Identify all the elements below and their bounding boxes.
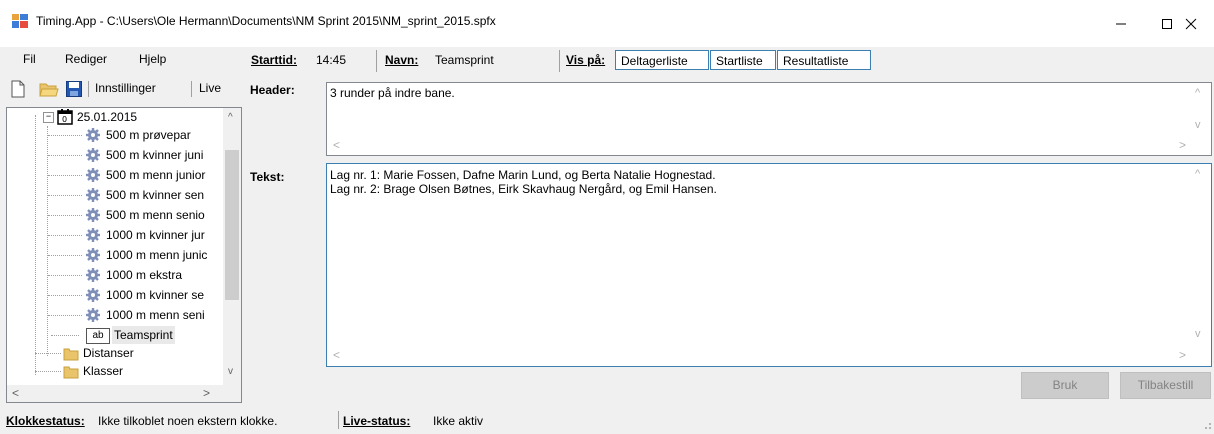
- open-folder-icon[interactable]: [39, 81, 59, 97]
- scroll-right-icon[interactable]: >: [1179, 348, 1186, 362]
- scroll-up-icon[interactable]: ^: [228, 112, 233, 123]
- status-separator: [338, 411, 339, 429]
- tilbakestill-button[interactable]: Tilbakestill: [1120, 372, 1211, 399]
- folder-icon: [63, 366, 79, 379]
- status-bar: Klokkestatus: Ikke tilkoblet noen ekster…: [0, 408, 1214, 434]
- event-tree[interactable]: − 0 25.01.2015 ab Teamsprint Distanser K…: [6, 107, 242, 403]
- toolbar-separator: [88, 81, 89, 97]
- tree-date-node[interactable]: 25.01.2015: [77, 108, 137, 126]
- tree-event-node[interactable]: 1000 m kvinner jur: [106, 226, 205, 244]
- tree-event-node[interactable]: 1000 m ekstra: [106, 266, 182, 284]
- gear-icon: [86, 308, 100, 322]
- header-label: Header:: [250, 83, 295, 97]
- gear-icon: [86, 248, 100, 262]
- tekst-line: Lag nr. 2: Brage Olsen Bøtnes, Eirk Skav…: [330, 182, 717, 196]
- tekst-textarea[interactable]: Lag nr. 1: Marie Fossen, Dafne Marin Lun…: [326, 163, 1212, 367]
- scroll-up-icon[interactable]: ^: [1195, 87, 1200, 99]
- tekst-line: Lag nr. 1: Marie Fossen, Dafne Marin Lun…: [330, 168, 716, 182]
- tree-folder-klasser[interactable]: Klasser: [83, 362, 123, 380]
- calendar-icon: 0: [57, 109, 73, 125]
- scroll-left-icon[interactable]: <: [12, 386, 19, 400]
- klokkestatus-value: Ikke tilkoblet noen ekstern klokke.: [98, 414, 278, 428]
- deltagerliste-button[interactable]: Deltagerliste: [615, 50, 709, 70]
- tekst-label: Tekst:: [250, 170, 285, 184]
- tree-folder-distanser[interactable]: Distanser: [83, 344, 134, 362]
- field-separator: [559, 50, 560, 72]
- scroll-right-icon[interactable]: >: [1179, 138, 1186, 152]
- gear-icon: [86, 208, 100, 222]
- tree-horizontal-scrollbar[interactable]: < >: [7, 385, 223, 402]
- scroll-right-icon[interactable]: >: [203, 386, 210, 400]
- close-button[interactable]: [1168, 0, 1214, 47]
- settings-button[interactable]: Innstillinger: [95, 81, 156, 95]
- tree-event-node[interactable]: 1000 m menn seni: [106, 306, 205, 324]
- startliste-button[interactable]: Startliste: [710, 50, 776, 70]
- klokkestatus-label: Klokkestatus:: [6, 414, 85, 428]
- gear-icon: [86, 128, 100, 142]
- scroll-up-icon[interactable]: ^: [1195, 168, 1200, 180]
- tree-connector: [47, 126, 48, 356]
- tree-event-node[interactable]: 1000 m menn junic: [106, 246, 207, 264]
- gear-icon: [86, 188, 100, 202]
- window-title: Timing.App - C:\Users\Ole Hermann\Docume…: [36, 14, 496, 28]
- navn-label: Navn:: [385, 53, 419, 67]
- menu-fil[interactable]: Fil: [23, 52, 36, 66]
- toolbar-separator: [191, 81, 192, 97]
- scroll-down-icon[interactable]: v: [228, 366, 233, 377]
- svg-text:0: 0: [62, 115, 67, 124]
- menu-bar: Fil Rediger Hjelp: [0, 47, 240, 74]
- gear-icon: [86, 168, 100, 182]
- gear-icon: [86, 228, 100, 242]
- menu-rediger[interactable]: Rediger: [65, 52, 107, 66]
- menu-hjelp[interactable]: Hjelp: [139, 52, 166, 66]
- livestatus-label: Live-status:: [343, 414, 411, 428]
- starttid-label: Starttid:: [251, 53, 297, 67]
- tree-vertical-scrollbar[interactable]: ^ v: [223, 108, 241, 385]
- navn-value[interactable]: Teamsprint: [435, 53, 494, 67]
- scroll-left-icon[interactable]: <: [333, 348, 340, 362]
- scroll-down-icon[interactable]: v: [1195, 328, 1201, 340]
- minimize-icon: [1116, 23, 1126, 24]
- vispaa-label: Vis på:: [566, 53, 606, 67]
- tree-event-node[interactable]: 500 m kvinner juni: [106, 146, 203, 164]
- scroll-left-icon[interactable]: <: [333, 138, 340, 152]
- title-bar: Timing.App - C:\Users\Ole Hermann\Docume…: [0, 0, 1214, 47]
- toolbar: Innstillinger Live: [0, 76, 240, 104]
- gear-icon: [86, 268, 100, 282]
- app-icon: [12, 14, 28, 28]
- resize-grip-icon[interactable]: [1200, 420, 1212, 432]
- collapse-toggle[interactable]: −: [43, 112, 54, 123]
- minimize-button[interactable]: [1098, 0, 1144, 47]
- tree-event-node[interactable]: 500 m menn junior: [106, 166, 205, 184]
- livestatus-value: Ikke aktiv: [433, 414, 484, 428]
- close-icon: [1185, 18, 1197, 29]
- tree-event-node[interactable]: 500 m kvinner sen: [106, 186, 204, 204]
- gear-icon: [86, 148, 100, 162]
- scroll-down-icon[interactable]: v: [1195, 119, 1201, 131]
- folder-icon: [63, 348, 79, 361]
- starttid-value[interactable]: 14:45: [316, 53, 346, 67]
- bruk-button[interactable]: Bruk: [1021, 372, 1109, 399]
- resultatliste-button[interactable]: Resultatliste: [777, 50, 871, 70]
- live-button[interactable]: Live: [199, 81, 221, 95]
- save-disk-icon[interactable]: [66, 81, 82, 97]
- field-separator: [376, 50, 377, 72]
- new-file-icon[interactable]: [11, 80, 25, 98]
- text-node-icon: ab: [86, 328, 110, 344]
- tree-event-node[interactable]: 500 m prøvepar: [106, 126, 191, 144]
- header-text: 3 runder på indre bane.: [330, 86, 455, 100]
- tree-text-node-teamsprint[interactable]: Teamsprint: [112, 326, 175, 344]
- tree-event-node[interactable]: 1000 m kvinner se: [106, 286, 204, 304]
- gear-icon: [86, 288, 100, 302]
- scrollbar-thumb[interactable]: [225, 150, 239, 300]
- tree-event-node[interactable]: 500 m menn senio: [106, 206, 205, 224]
- header-textarea[interactable]: 3 runder på indre bane. ^ v < >: [326, 82, 1212, 156]
